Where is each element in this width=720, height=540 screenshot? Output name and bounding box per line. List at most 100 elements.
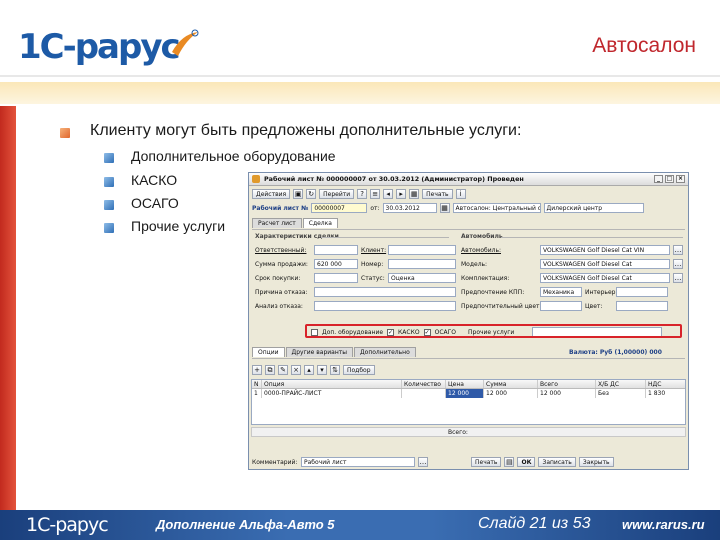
number-label: Номер: xyxy=(361,260,384,268)
logo-wordmark: 1С-рарус xyxy=(18,27,181,67)
column-header[interactable]: Х/Б ДС xyxy=(596,380,646,388)
model-field[interactable]: VOLKSWAGEN Golf Diesel Cat xyxy=(540,259,670,269)
table-cell: 0000-ПРАЙС-ЛИСТ xyxy=(262,389,402,398)
maximize-icon[interactable]: □ xyxy=(665,175,674,183)
comment-label: Комментарий: xyxy=(252,458,298,466)
interior-field[interactable] xyxy=(616,287,668,297)
tab-additional[interactable]: Дополнительно xyxy=(353,347,416,357)
color-label: Предпочтительный цвет: xyxy=(461,302,542,310)
copy-row-icon[interactable]: ⧉ xyxy=(265,365,275,375)
gearbox-label: Предпочтение КПП: xyxy=(461,288,525,296)
table-header: N Опция Количество Цена Сумма Всего Х/Б … xyxy=(252,380,685,389)
client-field[interactable] xyxy=(388,245,456,255)
bullet-icon xyxy=(60,128,70,138)
close-button[interactable]: Закрыть xyxy=(578,457,614,467)
edit-row-icon[interactable]: ✎ xyxy=(278,365,288,375)
arrow-left-icon[interactable]: ◂ xyxy=(383,189,394,199)
column-header[interactable]: Всего xyxy=(538,380,596,388)
doc-date-field[interactable]: 30.03.2012 xyxy=(382,203,437,213)
column-header[interactable]: Опция xyxy=(262,380,402,388)
print-preview-icon[interactable]: ▤ xyxy=(504,457,515,467)
status-field[interactable]: Оценка xyxy=(388,273,456,283)
tab-calculation[interactable]: Расчет лист xyxy=(252,218,302,228)
config-field[interactable]: VOLKSWAGEN Golf Diesel Cat xyxy=(540,273,670,283)
table-cell-selected[interactable]: 12 000 xyxy=(446,389,484,398)
car-field[interactable]: VOLKSWAGEN Golf Diesel Cat VIN xyxy=(540,245,670,255)
doc-number-field[interactable]: 00000007 xyxy=(311,203,368,213)
table-cell: 12 000 xyxy=(538,389,596,398)
comment-field[interactable]: Рабочий лист xyxy=(301,457,415,467)
ok-button[interactable]: ОК xyxy=(517,457,536,467)
services-highlight-frame xyxy=(305,324,682,338)
tab-options[interactable]: Опции xyxy=(252,347,285,357)
refusal-analysis-field[interactable] xyxy=(314,301,456,311)
save-button[interactable]: Записать xyxy=(538,457,576,467)
save-icon[interactable]: ▣ xyxy=(293,189,304,199)
tab-other-variants[interactable]: Другие варианты xyxy=(285,347,353,357)
goto-menu[interactable]: Перейти xyxy=(319,189,355,199)
select-icon[interactable]: … xyxy=(673,273,683,283)
close-icon[interactable]: × xyxy=(676,175,685,183)
car-section-title: Автомобиль xyxy=(461,233,503,240)
help-icon[interactable]: ? xyxy=(357,189,368,199)
org-field[interactable]: Автосалон: Центральный салон xyxy=(452,203,541,213)
number-field[interactable] xyxy=(388,259,456,269)
table-cell: 12 000 xyxy=(484,389,538,398)
move-down-icon[interactable]: ▾ xyxy=(317,365,327,375)
swoosh-icon xyxy=(172,29,199,56)
table-total-label: Всего: xyxy=(448,429,468,436)
refusal-reason-field[interactable] xyxy=(314,287,456,297)
sort-icon[interactable]: ⇅ xyxy=(330,365,340,375)
column-header[interactable]: НДС xyxy=(646,380,684,388)
color-field[interactable] xyxy=(616,301,668,311)
sub-bullet-osago: ОСАГО xyxy=(131,195,179,211)
column-header[interactable]: N xyxy=(252,380,262,388)
delete-row-icon[interactable]: × xyxy=(291,365,301,375)
manager-label: Ответственный: xyxy=(255,246,307,254)
arrow-right-icon[interactable]: ▸ xyxy=(396,189,407,199)
print-menu[interactable]: Печать xyxy=(422,189,453,199)
decorative-left-bar xyxy=(0,106,16,514)
refusal-reason-label: Причина отказа: xyxy=(255,288,308,296)
calculator-icon[interactable]: ▦ xyxy=(409,189,420,199)
minimize-icon[interactable]: _ xyxy=(654,175,663,183)
salon-field[interactable]: Дилерский центр xyxy=(543,203,644,213)
model-label: Модель: xyxy=(461,260,488,268)
main-bullet-text: Клиенту могут быть предложены дополнител… xyxy=(90,122,522,139)
add-row-icon[interactable]: + xyxy=(252,365,262,375)
tab-divider xyxy=(252,358,685,359)
doc-date-label: от: xyxy=(370,204,380,212)
more-icon[interactable]: … xyxy=(418,457,428,467)
manager-field[interactable] xyxy=(314,245,358,255)
footer-slide-number: Слайд 21 из 53 xyxy=(478,515,591,532)
select-icon[interactable]: … xyxy=(673,259,683,269)
worksheet-window: Рабочий лист № 000000007 от 30.03.2012 (… xyxy=(248,172,689,470)
pick-button[interactable]: Подбор xyxy=(343,365,375,375)
sub-bullet-icon xyxy=(104,223,114,233)
tab-deal[interactable]: Сделка xyxy=(302,218,338,228)
window-titlebar: Рабочий лист № 000000007 от 30.03.2012 (… xyxy=(249,173,688,186)
preferred-color-field[interactable] xyxy=(540,301,582,311)
gearbox-field[interactable]: Механика xyxy=(540,287,582,297)
footer-url[interactable]: www.rarus.ru xyxy=(622,517,705,532)
column-header[interactable]: Сумма xyxy=(484,380,538,388)
sub-bullet-icon xyxy=(104,153,114,163)
info-icon[interactable]: i xyxy=(455,189,466,199)
table-cell: Без xyxy=(596,389,646,398)
structure-icon[interactable]: ≡ xyxy=(370,189,381,199)
footer-product-name: Дополнение Альфа-Авто 5 xyxy=(156,517,335,532)
table-row[interactable]: 1 0000-ПРАЙС-ЛИСТ 12 000 12 000 12 000 Б… xyxy=(252,389,685,398)
column-header[interactable]: Цена xyxy=(446,380,484,388)
select-icon[interactable]: … xyxy=(673,245,683,255)
column-header[interactable]: Количество xyxy=(402,380,446,388)
refresh-icon[interactable]: ↻ xyxy=(306,189,317,199)
sum-field[interactable]: 620 000 xyxy=(314,259,358,269)
actions-menu[interactable]: Действия xyxy=(252,189,291,199)
term-field[interactable] xyxy=(314,273,358,283)
print-button[interactable]: Печать xyxy=(471,457,502,467)
calendar-icon[interactable]: ▦ xyxy=(439,203,450,213)
car-label: Автомобиль: xyxy=(461,246,501,254)
currency-info: Валюта: Руб (1,00000) 000 xyxy=(569,349,662,356)
options-table[interactable]: N Опция Количество Цена Сумма Всего Х/Б … xyxy=(251,379,686,425)
move-up-icon[interactable]: ▴ xyxy=(304,365,314,375)
